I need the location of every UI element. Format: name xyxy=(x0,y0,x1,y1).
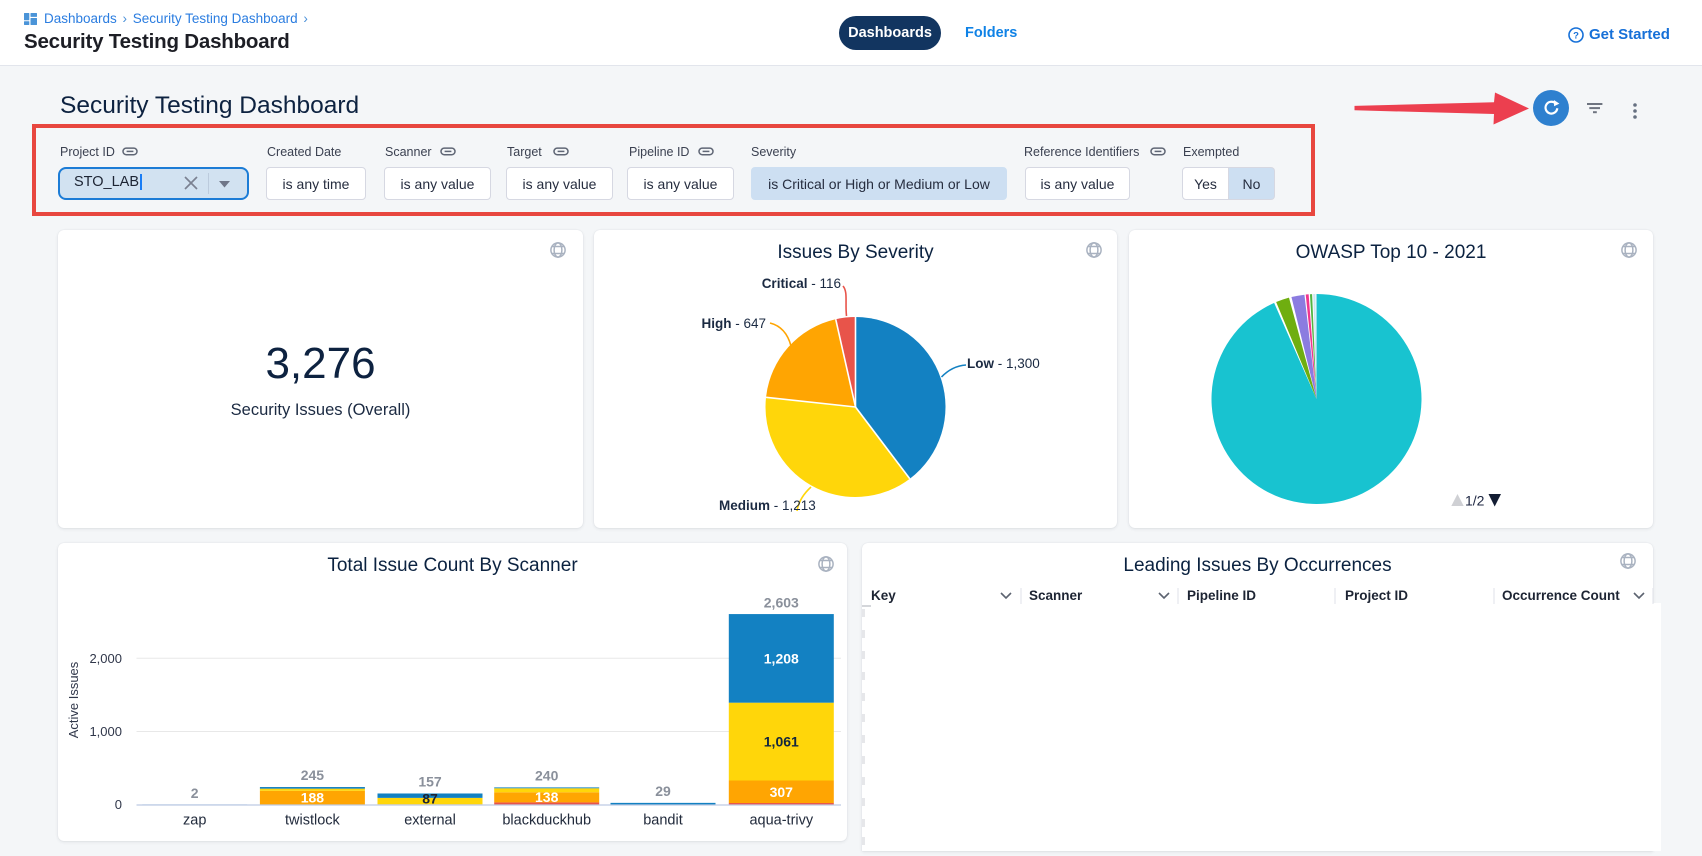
svg-text:2: 2 xyxy=(191,785,199,801)
svg-text:2,000: 2,000 xyxy=(89,651,122,666)
svg-text:Scanner: Scanner xyxy=(1029,588,1083,603)
svg-text:87: 87 xyxy=(422,791,438,807)
svg-text:Occurrence Count: Occurrence Count xyxy=(1502,588,1620,603)
svg-text:Active Issues: Active Issues xyxy=(66,661,81,738)
svg-text:Project ID: Project ID xyxy=(1345,588,1408,603)
svg-text:1,000: 1,000 xyxy=(89,724,122,739)
svg-text:138: 138 xyxy=(535,789,559,805)
svg-text:29: 29 xyxy=(655,783,671,799)
svg-text:Pipeline ID: Pipeline ID xyxy=(1187,588,1256,603)
svg-text:zap: zap xyxy=(183,813,206,829)
svg-text:0: 0 xyxy=(115,797,122,812)
svg-text:Medium - 1,213: Medium - 1,213 xyxy=(719,498,816,513)
svg-text:1,208: 1,208 xyxy=(764,650,799,666)
svg-text:High - 647: High - 647 xyxy=(701,316,766,331)
svg-text:Key: Key xyxy=(871,588,896,603)
svg-text:bandit: bandit xyxy=(643,813,683,829)
svg-text:1/2: 1/2 xyxy=(1465,493,1485,509)
svg-text:245: 245 xyxy=(301,767,325,783)
svg-text:1,061: 1,061 xyxy=(764,734,799,750)
svg-text:aqua-trivy: aqua-trivy xyxy=(749,813,813,829)
svg-text:?: ? xyxy=(1573,30,1579,41)
svg-text:twistlock: twistlock xyxy=(285,813,341,829)
svg-text:Critical - 116: Critical - 116 xyxy=(762,276,841,291)
svg-text:blackduckhub: blackduckhub xyxy=(502,813,591,829)
svg-text:307: 307 xyxy=(770,784,794,800)
svg-text:240: 240 xyxy=(535,768,559,784)
svg-text:2,603: 2,603 xyxy=(764,595,799,611)
svg-text:external: external xyxy=(404,813,456,829)
svg-text:Low - 1,300: Low - 1,300 xyxy=(967,356,1040,371)
svg-text:157: 157 xyxy=(418,774,442,790)
svg-text:188: 188 xyxy=(301,790,325,806)
